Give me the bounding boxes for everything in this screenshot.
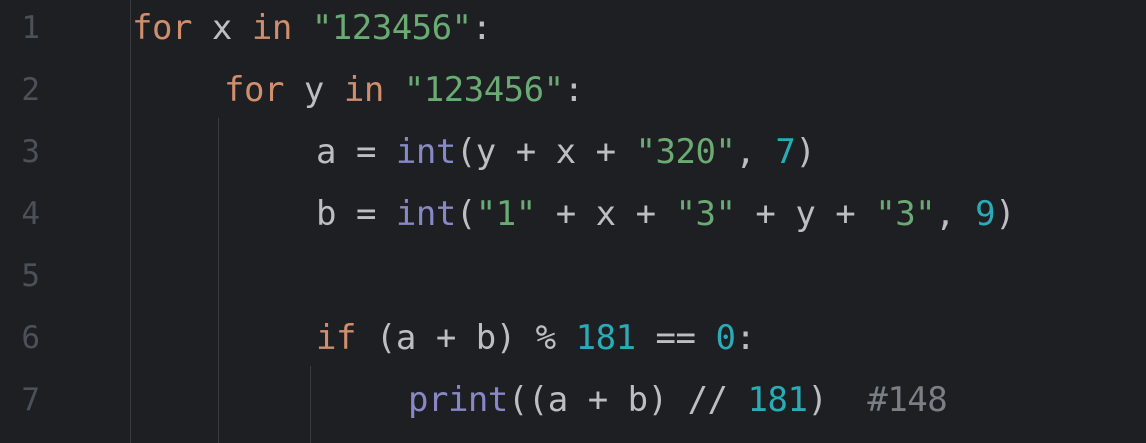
code-token: b = bbox=[316, 194, 396, 234]
code-token: : bbox=[735, 318, 756, 358]
line-number: 4 bbox=[21, 196, 40, 232]
line-number: 7 bbox=[21, 382, 40, 418]
code-line[interactable]: 2 for y in "123456": bbox=[0, 64, 1146, 126]
code-token: int bbox=[395, 132, 456, 172]
code-token: ( bbox=[455, 194, 476, 234]
code-token: int bbox=[395, 194, 456, 234]
code-token: for bbox=[132, 8, 192, 48]
code-text[interactable]: b = int("1" + x + "3" + y + "3", 9) bbox=[316, 188, 1016, 240]
code-token: print bbox=[408, 380, 508, 420]
code-token: + x + bbox=[535, 194, 676, 234]
code-token: a = bbox=[316, 132, 396, 172]
line-number: 5 bbox=[21, 258, 40, 294]
code-token: y bbox=[303, 70, 324, 110]
code-token: ) bbox=[807, 380, 868, 420]
code-token: (a + b) % bbox=[355, 318, 576, 358]
code-token: for bbox=[224, 70, 284, 110]
code-line[interactable]: 5 bbox=[0, 250, 1146, 312]
code-token: : bbox=[471, 8, 492, 48]
code-token: + y + bbox=[735, 194, 876, 234]
code-token: 0 bbox=[715, 318, 736, 358]
code-token: "123456" bbox=[403, 70, 564, 110]
code-token: ) bbox=[795, 132, 816, 172]
code-line[interactable]: 6 if (a + b) % 181 == 0: bbox=[0, 312, 1146, 374]
code-token: "1" bbox=[475, 194, 536, 234]
code-token: #148 bbox=[867, 380, 948, 420]
code-line[interactable]: 4 b = int("1" + x + "3" + y + "3", 9) bbox=[0, 188, 1146, 250]
code-token: 181 bbox=[575, 318, 636, 358]
code-text[interactable]: for x in "123456": bbox=[132, 2, 492, 54]
code-token: 7 bbox=[775, 132, 796, 172]
code-token: "123456" bbox=[311, 8, 472, 48]
code-token: "3" bbox=[875, 194, 936, 234]
code-token: , bbox=[935, 194, 976, 234]
code-text[interactable]: print((a + b) // 181) #148 bbox=[408, 374, 948, 426]
code-text[interactable]: for y in "123456": bbox=[224, 64, 584, 116]
code-token: , bbox=[735, 132, 776, 172]
code-token: 9 bbox=[975, 194, 996, 234]
code-token: if bbox=[316, 318, 356, 358]
code-token: "3" bbox=[675, 194, 736, 234]
code-token: == bbox=[635, 318, 716, 358]
code-token: ((a + b) // bbox=[507, 380, 748, 420]
line-number: 2 bbox=[21, 72, 40, 108]
code-token: : bbox=[563, 70, 584, 110]
code-text[interactable]: a = int(y + x + "320", 7) bbox=[316, 126, 816, 178]
code-token: 181 bbox=[747, 380, 808, 420]
line-number: 6 bbox=[21, 320, 40, 356]
code-token: (y + x + bbox=[455, 132, 636, 172]
code-line[interactable]: 7 print((a + b) // 181) #148 bbox=[0, 374, 1146, 436]
code-token: x bbox=[211, 8, 232, 48]
code-token: ) bbox=[995, 194, 1016, 234]
line-number: 1 bbox=[21, 10, 40, 46]
code-line[interactable]: 1 for x in "123456": bbox=[0, 2, 1146, 64]
code-line[interactable]: 3 a = int(y + x + "320", 7) bbox=[0, 126, 1146, 188]
code-token: in bbox=[343, 70, 384, 110]
code-token: in bbox=[251, 8, 292, 48]
code-editor[interactable]: 1 for x in "123456": 2 for y in "123456": 3 a… bbox=[0, 0, 1146, 443]
line-number: 3 bbox=[21, 134, 40, 170]
code-text[interactable]: if (a + b) % 181 == 0: bbox=[316, 312, 756, 364]
code-token: "320" bbox=[635, 132, 736, 172]
